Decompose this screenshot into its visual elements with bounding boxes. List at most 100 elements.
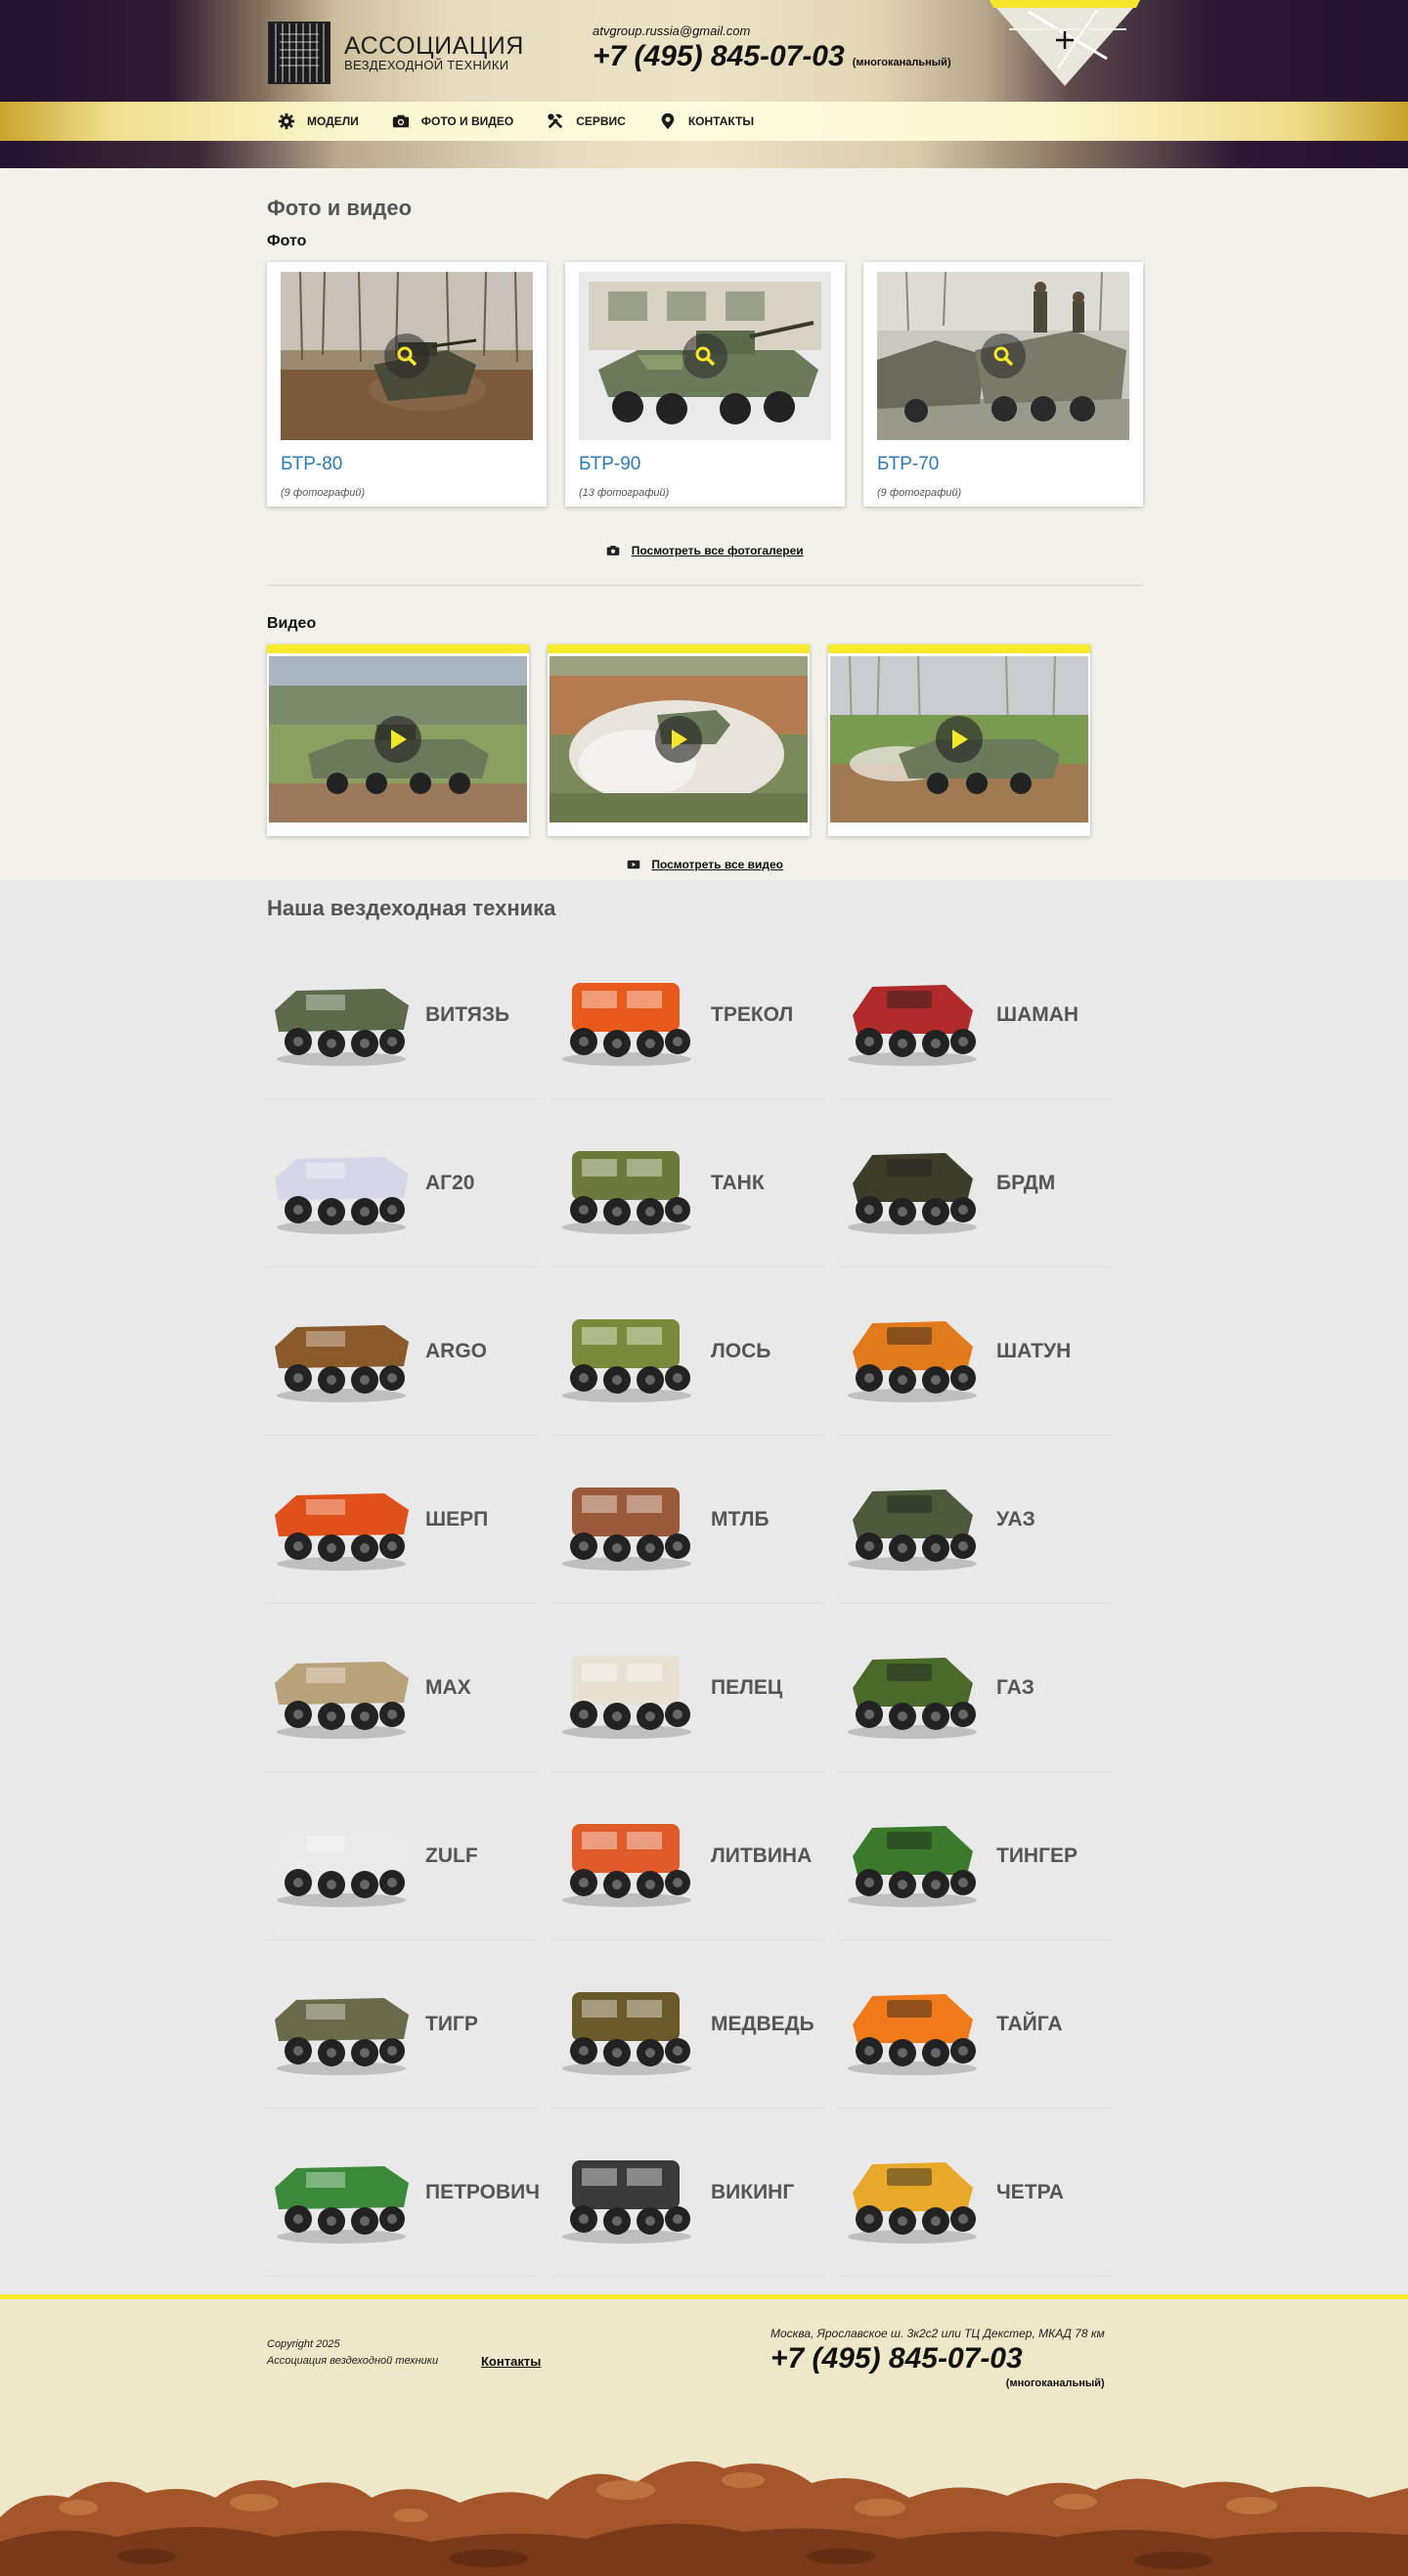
- vehicles-title: Наша вездеходная техника: [267, 896, 556, 920]
- vehicle-name[interactable]: ШЕРП: [425, 1508, 488, 1532]
- nav-item-photo-video[interactable]: Фото и видео: [392, 112, 513, 130]
- vehicle-name[interactable]: ЛОСЬ: [711, 1340, 770, 1363]
- map-widget[interactable]: [990, 0, 1140, 88]
- vehicle-name[interactable]: БРДМ: [996, 1172, 1055, 1195]
- vehicle-name[interactable]: ЧЕТРА: [996, 2181, 1064, 2204]
- video-icon: [627, 860, 640, 869]
- video-card[interactable]: [267, 644, 529, 836]
- section-divider: [267, 585, 1143, 586]
- vehicle-name[interactable]: ЛИТВИНА: [711, 1844, 812, 1868]
- vehicle-card[interactable]: ARGO: [267, 1267, 539, 1436]
- vehicle-card[interactable]: ПЕТРОВИЧ: [267, 2109, 540, 2277]
- vehicle-name[interactable]: ТРЕКОЛ: [711, 1003, 793, 1027]
- camera-icon: [607, 546, 620, 555]
- photo-album-card[interactable]: БТР-70 (9 фотографий): [863, 262, 1143, 507]
- vehicle-name[interactable]: MAX: [425, 1676, 471, 1700]
- nav-item-contacts[interactable]: Контакты: [659, 112, 754, 130]
- vehicle-name[interactable]: ARGO: [425, 1340, 487, 1363]
- play-icon[interactable]: [936, 716, 983, 763]
- video-card[interactable]: [548, 644, 810, 836]
- vehicle-name[interactable]: ШАТУН: [996, 1340, 1071, 1363]
- vehicle-image: [838, 1298, 987, 1405]
- photo-album-count: (13 фотографий): [579, 487, 670, 499]
- vehicle-card[interactable]: ТРЕКОЛ: [552, 931, 824, 1099]
- vehicle-name[interactable]: ТИНГЕР: [996, 1844, 1078, 1868]
- vehicle-name[interactable]: ZULF: [425, 1844, 478, 1868]
- vehicle-image: [552, 1802, 701, 1910]
- photo-grid: БТР-80 (9 фотографий) БТР-90 (13 фотогра…: [267, 262, 1143, 507]
- vehicle-card[interactable]: БРДМ: [838, 1099, 1110, 1267]
- vehicle-card[interactable]: УАЗ: [838, 1436, 1110, 1604]
- photo-album-title[interactable]: БТР-80: [281, 454, 533, 475]
- vehicle-card[interactable]: ШАМАН: [838, 931, 1110, 1099]
- vehicle-name[interactable]: ТАНК: [711, 1172, 765, 1195]
- all-videos-link[interactable]: Посмотреть все видео: [651, 858, 783, 871]
- header-phone-note: (многоканальный): [852, 57, 951, 68]
- vehicle-card[interactable]: ВИКИНГ: [552, 2109, 824, 2277]
- vehicle-card[interactable]: ZULF: [267, 1772, 539, 1940]
- nav-item-service[interactable]: Сервис: [547, 112, 626, 130]
- vehicle-card[interactable]: ШЕРП: [267, 1436, 539, 1604]
- photo-album-card[interactable]: БТР-90 (13 фотографий): [565, 262, 845, 507]
- nav-label: Фото и видео: [420, 114, 514, 128]
- vehicles-grid: ВИТЯЗЬ ТРЕКОЛ ШАМАН АГ20 ТАНК БРДМ ARGO ЛОСЬ ШАТ…: [267, 931, 1143, 2277]
- vehicle-name[interactable]: ПЕЛЕЦ: [711, 1676, 782, 1700]
- vehicle-name[interactable]: ГАЗ: [996, 1676, 1034, 1700]
- logo[interactable]: АССОЦИАЦИЯ ВЕЗДЕХОДНОЙ ТЕХНИКИ: [268, 22, 524, 84]
- vehicle-name[interactable]: АГ20: [425, 1172, 474, 1195]
- vehicle-image: [838, 2139, 987, 2246]
- vehicle-card[interactable]: ТАНК: [552, 1099, 824, 1267]
- vehicle-card[interactable]: ТИНГЕР: [838, 1772, 1110, 1940]
- vehicle-card[interactable]: ЧЕТРА: [838, 2109, 1110, 2277]
- photo-heading: Фото: [267, 233, 307, 249]
- nav-label: Контакты: [687, 114, 755, 128]
- photo-album-card[interactable]: БТР-80 (9 фотографий): [267, 262, 547, 507]
- copyright-year: Copyright 2025: [267, 2338, 340, 2350]
- footer-phone[interactable]: +7 (495) 845-07-03: [770, 2342, 1105, 2376]
- vehicle-image: [267, 1298, 416, 1405]
- vehicle-card[interactable]: МЕДВЕДЬ: [552, 1940, 824, 2109]
- vehicle-name[interactable]: МЕДВЕДЬ: [711, 2013, 814, 2036]
- vehicle-card[interactable]: ВИТЯЗЬ: [267, 931, 539, 1099]
- vehicle-card[interactable]: MAX: [267, 1604, 539, 1772]
- footer-contacts-link[interactable]: Контакты: [481, 2354, 541, 2369]
- header-email[interactable]: atvgroup.russia@gmail.com: [593, 23, 951, 38]
- zoom-icon: [981, 333, 1026, 378]
- vehicle-card[interactable]: ТИГР: [267, 1940, 539, 2109]
- nav-item-models[interactable]: Модели: [278, 112, 359, 130]
- play-icon[interactable]: [655, 716, 702, 763]
- vehicle-name[interactable]: ВИТЯЗЬ: [425, 1003, 509, 1027]
- vehicle-name[interactable]: ШАМАН: [996, 1003, 1078, 1027]
- video-thumbnail: [269, 656, 527, 822]
- vehicle-name[interactable]: ТАЙГА: [996, 2013, 1063, 2036]
- vehicle-card[interactable]: ПЕЛЕЦ: [552, 1604, 824, 1772]
- vehicle-image: [552, 1634, 701, 1742]
- all-photos-link[interactable]: Посмотреть все фотогалереи: [632, 544, 804, 557]
- nav-label: Сервис: [576, 114, 626, 128]
- vehicle-name[interactable]: ПЕТРОВИЧ: [425, 2181, 540, 2204]
- vehicle-card[interactable]: ТАЙГА: [838, 1940, 1110, 2109]
- vehicle-card[interactable]: ГАЗ: [838, 1604, 1110, 1772]
- vehicle-name[interactable]: ВИКИНГ: [711, 2181, 794, 2204]
- logo-mark-icon: [268, 22, 330, 84]
- video-heading: Видео: [267, 615, 317, 632]
- photo-album-title[interactable]: БТР-70: [877, 454, 1129, 475]
- vehicle-card[interactable]: ЛИТВИНА: [552, 1772, 824, 1940]
- vehicle-card[interactable]: МТЛБ: [552, 1436, 824, 1604]
- header-phone[interactable]: +7 (495) 845-07-03: [593, 40, 845, 73]
- vehicle-image: [552, 1466, 701, 1574]
- header-contacts: atvgroup.russia@gmail.com +7 (495) 845-0…: [593, 23, 951, 73]
- video-card[interactable]: [828, 644, 1090, 836]
- header-bottom-band: [0, 141, 1408, 168]
- vehicle-card[interactable]: ШАТУН: [838, 1267, 1110, 1436]
- photo-album-title[interactable]: БТР-90: [579, 454, 831, 475]
- vehicle-name[interactable]: МТЛБ: [711, 1508, 770, 1532]
- vehicle-card[interactable]: ЛОСЬ: [552, 1267, 824, 1436]
- vehicle-card[interactable]: АГ20: [267, 1099, 539, 1267]
- map-pin-icon: [661, 112, 675, 130]
- vehicle-name[interactable]: ТИГР: [425, 2013, 478, 2036]
- vehicles-section: Наша вездеходная техника ВИТЯЗЬ ТРЕКОЛ ШАМ…: [0, 880, 1408, 2294]
- site-header: АССОЦИАЦИЯ ВЕЗДЕХОДНОЙ ТЕХНИКИ atvgroup.…: [0, 0, 1408, 168]
- vehicle-name[interactable]: УАЗ: [996, 1508, 1035, 1532]
- play-icon[interactable]: [374, 716, 421, 763]
